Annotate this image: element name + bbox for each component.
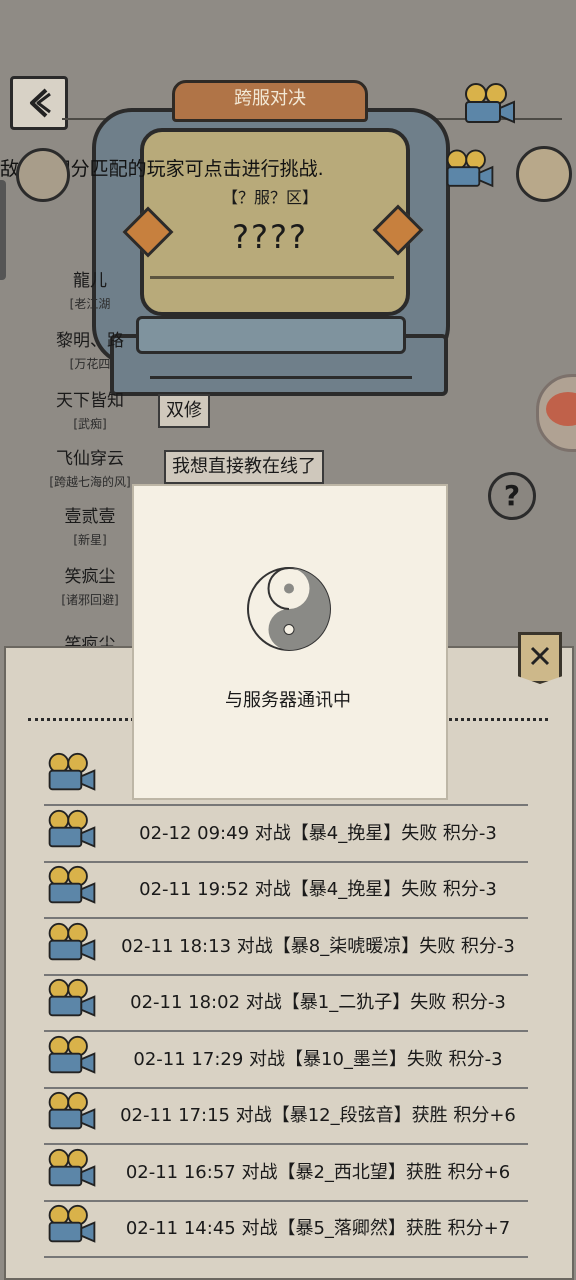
record-text: 02-11 17:15 对战【暴12_段弦音】获胜 积分+6 — [120, 1105, 516, 1126]
replay-camera-icon[interactable] — [44, 922, 100, 966]
record-row[interactable]: 02-11 17:29 对战【暴10_墨兰】失败 积分-3 — [44, 1033, 528, 1089]
replay-camera-icon[interactable] — [44, 752, 100, 796]
player-list-item[interactable]: 龍儿 [老江湖 — [20, 266, 160, 312]
player-name: 龍儿 — [73, 271, 107, 291]
opponent-server: 【？服？区】 — [221, 188, 318, 207]
record-row[interactable]: 02-11 16:57 对战【暴2_西北望】获胜 积分+6 — [44, 1146, 528, 1202]
chat-bubble: 双修 — [158, 394, 210, 428]
record-text: 02-11 19:52 对战【暴4_挽星】失败 积分-3 — [139, 879, 497, 900]
back-button[interactable] — [10, 76, 68, 130]
page-title: 跨服对决 — [172, 80, 368, 122]
player-name: 黎明、路 — [56, 331, 124, 351]
record-text: 02-11 16:57 对战【暴2_西北望】获胜 积分+6 — [125, 1161, 511, 1183]
opponent-name[interactable]: ???? — [200, 218, 340, 256]
replay-camera-icon[interactable] — [44, 809, 100, 853]
player-name: 飞仙穿云 — [56, 449, 124, 469]
record-row[interactable]: 02-11 19:52 对战【暴4_挽星】失败 积分-3 — [44, 863, 528, 919]
replay-camera-icon[interactable] — [442, 148, 498, 192]
record-text: 02-12 09:49 对战【暴4_挽星】失败 积分-3 — [139, 822, 497, 844]
record-row[interactable]: 02-11 17:15 对战【暴12_段弦音】获胜 积分+6 — [44, 1089, 528, 1145]
match-tv-slot — [150, 376, 412, 379]
match-tv-panel — [136, 316, 406, 354]
replay-camera-icon[interactable] — [44, 865, 100, 909]
record-text: 02-11 18:13 对战【暴8_柒唬暖凉】失败 积分-3 — [121, 935, 515, 957]
opponent-avatar[interactable] — [516, 146, 572, 202]
replay-camera-icon[interactable] — [44, 978, 100, 1022]
record-text: 02-11 18:02 对战【暴1_二犰子】失败 积分-3 — [130, 992, 506, 1013]
record-text: 02-11 14:45 对战【暴5_落卿然】获胜 积分+7 — [125, 1218, 511, 1239]
loading-message: 与服务器通讯中 — [225, 690, 351, 711]
player-server: [老江湖 — [69, 297, 111, 311]
yinyang-loading-icon — [247, 567, 331, 651]
record-text: 02-11 17:29 对战【暴10_墨兰】失败 积分-3 — [133, 1048, 503, 1070]
player-avatar[interactable] — [16, 148, 70, 202]
player-list-item[interactable]: 天下皆知 [武痴] — [20, 386, 160, 432]
replay-camera-icon[interactable] — [44, 1091, 100, 1135]
match-tv-screen-edge — [150, 276, 394, 309]
replay-camera-icon[interactable] — [460, 82, 520, 128]
close-icon — [530, 646, 550, 666]
help-button[interactable]: ? — [488, 472, 536, 520]
record-row[interactable]: 02-12 09:49 对战【暴4_挽星】失败 积分-3 — [44, 807, 528, 863]
player-name: 天下皆知 — [56, 391, 124, 411]
chat-bubble: 我想直接教在线了 — [164, 450, 324, 484]
record-row[interactable]: 02-11 18:13 对战【暴8_柒唬暖凉】失败 积分-3 — [44, 920, 528, 976]
record-row[interactable]: 02-11 14:45 对战【暴5_落卿然】获胜 积分+7 — [44, 1202, 528, 1258]
replay-camera-icon[interactable] — [44, 1035, 100, 1079]
replay-camera-icon[interactable] — [44, 1148, 100, 1192]
player-server: [万花四 — [69, 357, 111, 371]
scroll-indicator — [0, 180, 6, 280]
record-row[interactable]: 02-11 18:02 对战【暴1_二犰子】失败 积分-3 — [44, 976, 528, 1032]
close-button[interactable] — [518, 632, 562, 684]
replay-camera-icon[interactable] — [44, 1204, 100, 1248]
back-arrow-icon — [30, 88, 51, 118]
player-list-item[interactable]: 黎明、路 [万花四 — [20, 326, 160, 372]
player-server: [武痴] — [73, 417, 107, 431]
